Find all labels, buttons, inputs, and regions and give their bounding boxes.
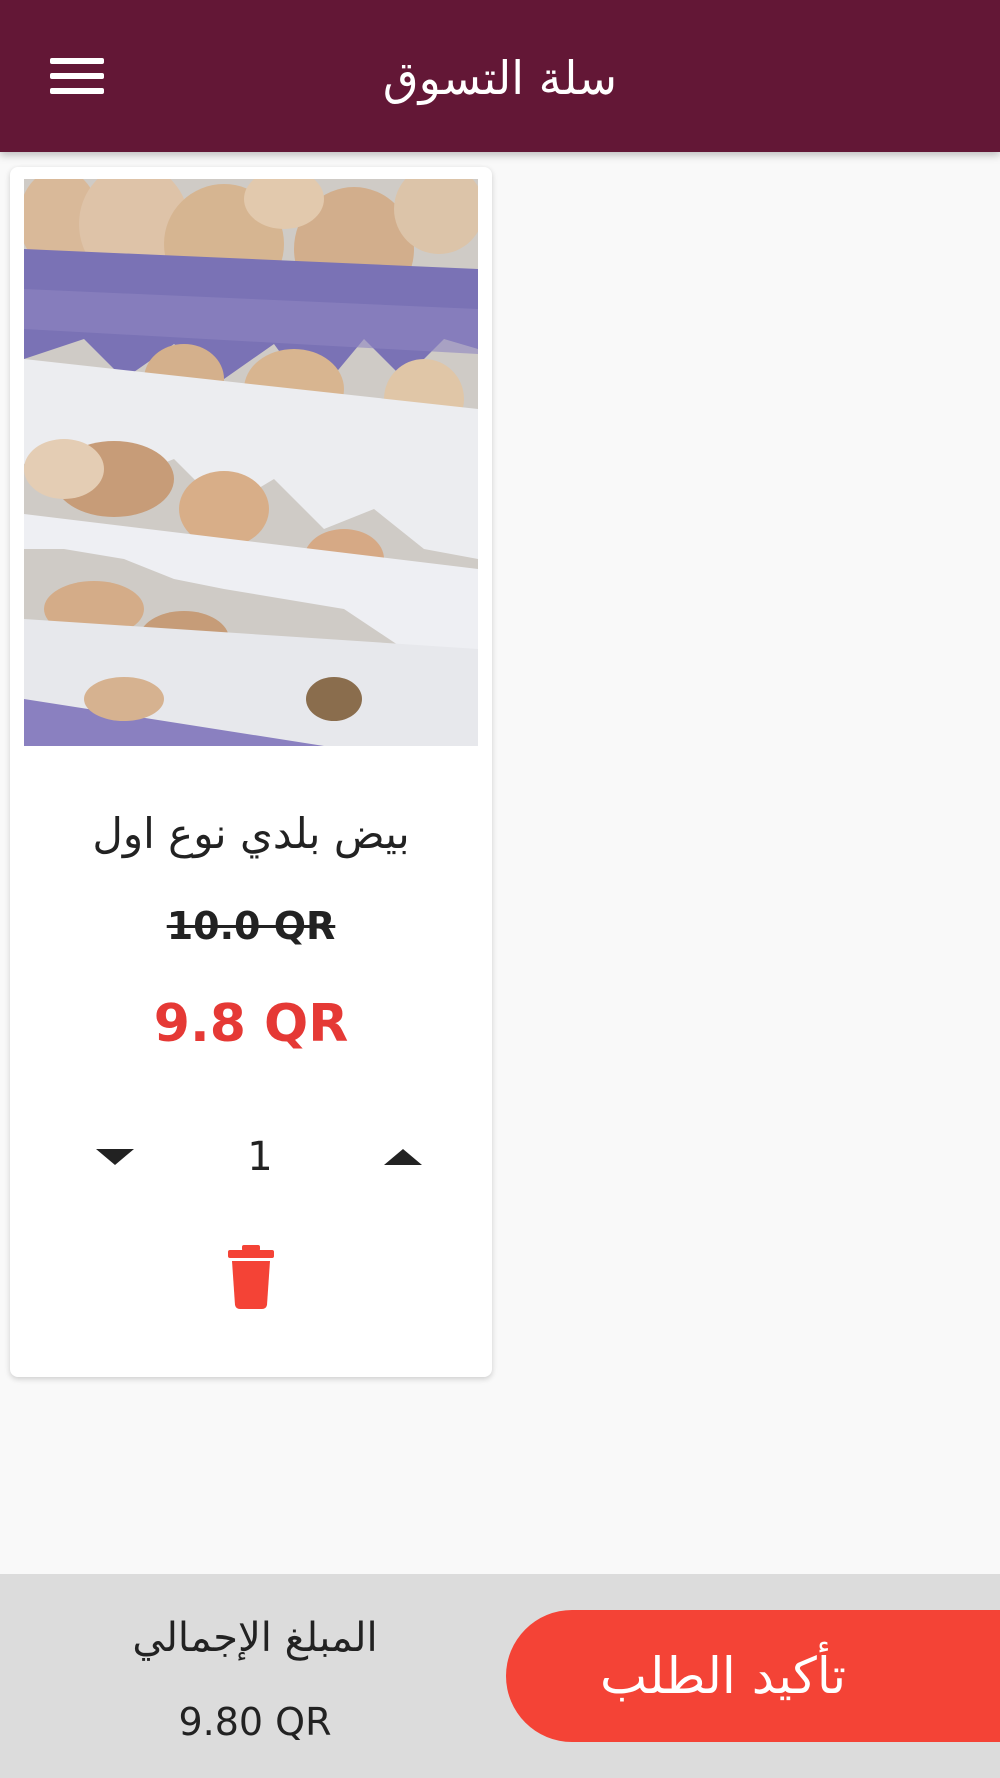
- quantity-value: 1: [247, 1134, 273, 1180]
- total-value: 9.80 QR: [178, 1700, 332, 1744]
- trash-icon: [228, 1245, 274, 1309]
- cart-item-card: بيض بلدي نوع اول 10.0 QR 9.8 QR 1: [10, 167, 492, 1377]
- discounted-price: 9.8 QR: [153, 994, 349, 1054]
- app-bar: سلة التسوق: [0, 0, 1000, 152]
- total-label: المبلغ الإجمالي: [132, 1615, 378, 1661]
- product-name: بيض بلدي نوع اول: [92, 809, 410, 858]
- increase-quantity-button[interactable]: [368, 1127, 438, 1187]
- confirm-order-button[interactable]: تأكيد الطلب: [506, 1610, 1000, 1742]
- old-price: 10.0 QR: [166, 904, 336, 948]
- decrease-quantity-button[interactable]: [80, 1127, 150, 1187]
- menu-button[interactable]: [42, 48, 112, 104]
- triangle-down-icon: [96, 1149, 134, 1165]
- product-image: [24, 179, 478, 746]
- triangle-up-icon: [384, 1149, 422, 1165]
- hamburger-menu-icon: [50, 58, 104, 94]
- page-title: سلة التسوق: [382, 51, 618, 105]
- delete-item-button[interactable]: [224, 1241, 278, 1311]
